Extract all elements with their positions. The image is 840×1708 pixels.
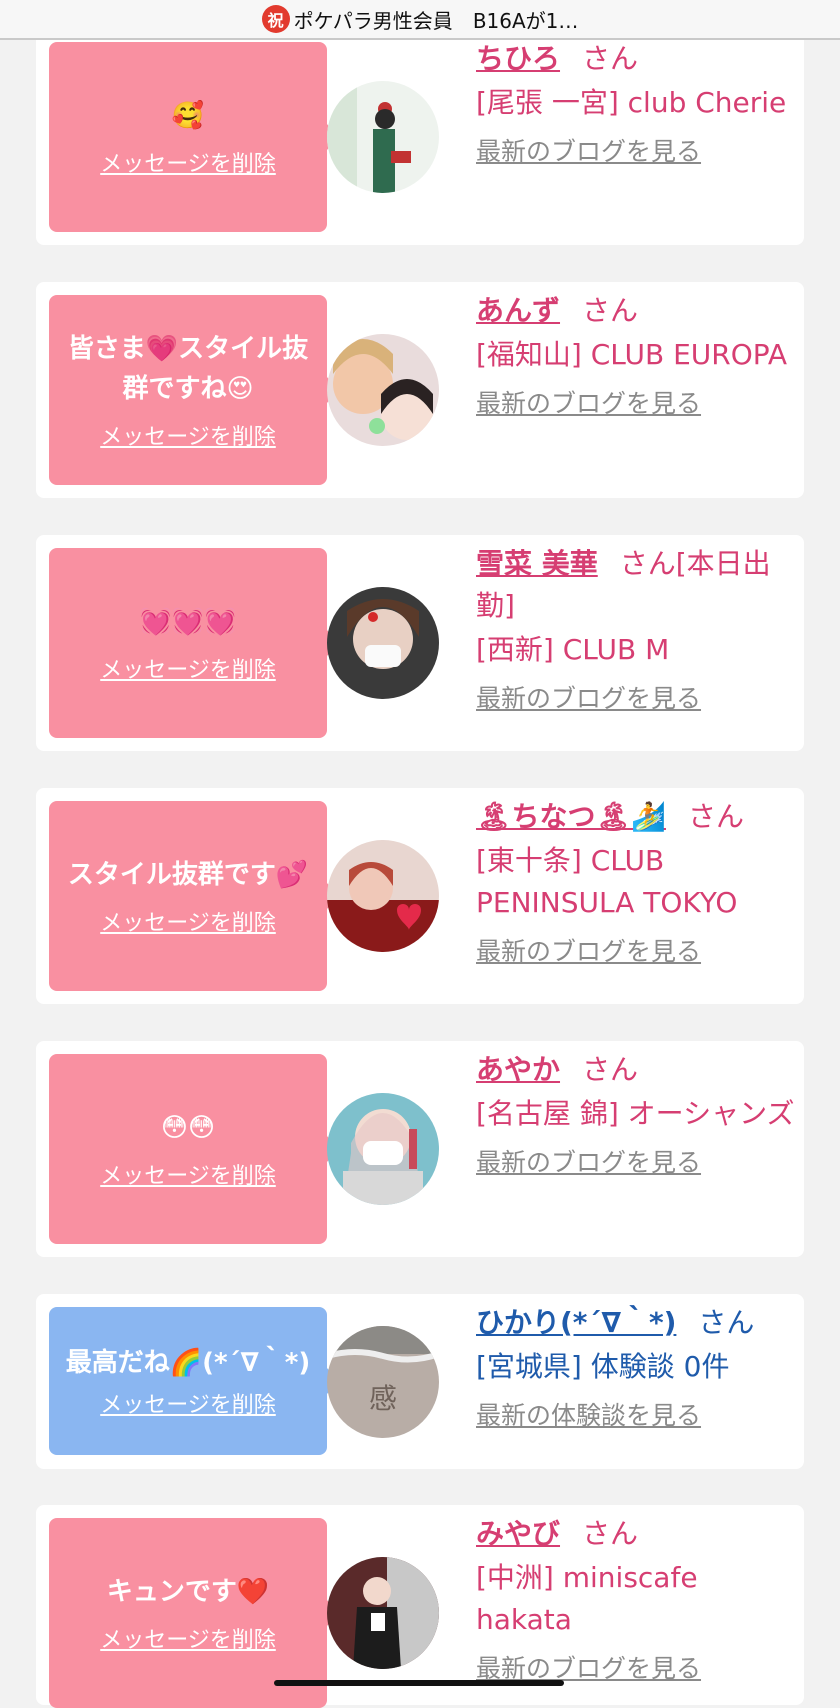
banner-subtitle: B16Aが1… [472, 8, 579, 33]
avatar[interactable] [327, 1557, 439, 1669]
profile-name-link[interactable]: 雪菜 美華 [476, 547, 598, 580]
latest-blog-link[interactable]: 最新のブログを見る [476, 679, 796, 715]
message-text: 皆さま💗スタイル抜群ですね😍 [67, 334, 309, 404]
message-text: 💓💓💓 [139, 607, 237, 637]
name-suffix: さん [582, 42, 639, 75]
avatar[interactable] [327, 587, 439, 699]
notification-banner[interactable]: 祝 ポケパラ男性会員 B16Aが1… [0, 0, 840, 40]
list-item: 💓💓💓 メッセージを削除 雪菜 美華 さん[本日出勤] [西新] CLUB M 最… [36, 535, 804, 751]
celebration-badge-icon: 祝 [261, 5, 290, 33]
delete-message-link[interactable]: メッセージを削除 [100, 146, 276, 178]
latest-blog-link[interactable]: 最新のブログを見る [476, 932, 796, 968]
profile-info: ひかり(*´∇｀*) さん [宮城県] 体験談 0件 最新の体験談を見る [476, 1302, 796, 1432]
shop-label: [尾張 一宮] club Cherie [476, 86, 787, 119]
profile-name-link[interactable]: ちひろ [476, 42, 560, 75]
message-text: 最高だね🌈(*´∇｀*) [65, 1348, 311, 1378]
name-suffix: さん [582, 1053, 639, 1086]
message-bubble: スタイル抜群です💕 メッセージを削除 [49, 801, 339, 991]
message-text: キュンです❤️ [106, 1577, 270, 1607]
profile-info: 雪菜 美華 さん[本日出勤] [西新] CLUB M 最新のブログを見る [476, 543, 796, 715]
profile-name-link[interactable]: みやび [476, 1517, 560, 1550]
shop-label: [東十条] CLUB PENINSULA TOKYO [476, 844, 738, 919]
delete-message-link[interactable]: メッセージを削除 [100, 1158, 276, 1190]
shop-label: [名古屋 錦] オーシャンズ [476, 1097, 795, 1130]
avatar[interactable] [327, 334, 439, 446]
message-bubble: 😳😳 メッセージを削除 [49, 1054, 339, 1244]
delete-message-link[interactable]: メッセージを削除 [100, 419, 276, 451]
message-text: スタイル抜群です💕 [67, 860, 309, 890]
message-text: 🥰 [171, 101, 205, 131]
profile-info: みやび さん [中洲] miniscafe hakata 最新のブログを見る [476, 1513, 796, 1685]
list-item: 皆さま💗スタイル抜群ですね😍 メッセージを削除 あんず さん [福知山] CLUB… [36, 282, 804, 498]
message-bubble: 💓💓💓 メッセージを削除 [49, 548, 339, 738]
delete-message-link[interactable]: メッセージを削除 [100, 652, 276, 684]
name-suffix: さん [582, 1517, 639, 1550]
message-text: 😳😳 [160, 1113, 216, 1143]
shop-label: [中洲] miniscafe hakata [476, 1561, 698, 1636]
avatar[interactable]: 感 [327, 1326, 439, 1438]
list-item: 😳😳 メッセージを削除 あやか さん [名古屋 錦] オーシャンズ 最新のブログを… [36, 1041, 804, 1257]
latest-experience-link[interactable]: 最新の体験談を見る [476, 1396, 796, 1432]
name-suffix: さん [582, 294, 639, 327]
latest-blog-link[interactable]: 最新のブログを見る [476, 132, 796, 168]
shop-label: [西新] CLUB M [476, 633, 670, 666]
name-suffix: さん [698, 1306, 755, 1339]
avatar[interactable] [327, 81, 439, 193]
message-bubble: 最高だね🌈(*´∇｀*) メッセージを削除 [49, 1307, 339, 1455]
profile-info: あんず さん [福知山] CLUB EUROPA 最新のブログを見る [476, 290, 796, 420]
profile-name-link[interactable]: あんず [476, 294, 560, 327]
list-item: 🥰 メッセージを削除 ちひろ さん [尾張 一宮] club Cherie 最新の… [36, 30, 804, 245]
list-item: スタイル抜群です💕 メッセージを削除 🏝ちなつ🏝🏄 さん [東十条] CLUB P… [36, 788, 804, 1004]
home-indicator[interactable] [274, 1680, 564, 1686]
avatar[interactable] [327, 840, 439, 952]
latest-blog-link[interactable]: 最新のブログを見る [476, 384, 796, 420]
list-item: キュンです❤️ メッセージを削除 みやび さん [中洲] miniscafe ha… [36, 1505, 804, 1708]
list-item: 最高だね🌈(*´∇｀*) メッセージを削除 感 ひかり(*´∇｀*) さん [宮城… [36, 1294, 804, 1469]
delete-message-link[interactable]: メッセージを削除 [100, 1622, 276, 1654]
shop-label: [福知山] CLUB EUROPA [476, 338, 788, 371]
profile-info: 🏝ちなつ🏝🏄 さん [東十条] CLUB PENINSULA TOKYO 最新のブ… [476, 796, 796, 968]
profile-name-link[interactable]: あやか [476, 1053, 560, 1086]
avatar[interactable] [327, 1093, 439, 1205]
banner-title: ポケパラ男性会員 [293, 8, 453, 33]
profile-info: あやか さん [名古屋 錦] オーシャンズ 最新のブログを見る [476, 1049, 796, 1179]
latest-blog-link[interactable]: 最新のブログを見る [476, 1143, 796, 1179]
shop-label: [宮城県] 体験談 0件 [476, 1350, 730, 1383]
profile-info: ちひろ さん [尾張 一宮] club Cherie 最新のブログを見る [476, 38, 796, 168]
name-suffix: さん [687, 800, 744, 833]
message-bubble: 🥰 メッセージを削除 [49, 42, 339, 232]
delete-message-link[interactable]: メッセージを削除 [100, 1387, 276, 1419]
profile-name-link[interactable]: 🏝ちなつ🏝🏄 [476, 800, 666, 833]
message-bubble: 皆さま💗スタイル抜群ですね😍 メッセージを削除 [49, 295, 339, 485]
delete-message-link[interactable]: メッセージを削除 [100, 905, 276, 937]
profile-name-link[interactable]: ひかり(*´∇｀*) [476, 1306, 676, 1339]
svg-text:感: 感 [369, 1382, 397, 1415]
